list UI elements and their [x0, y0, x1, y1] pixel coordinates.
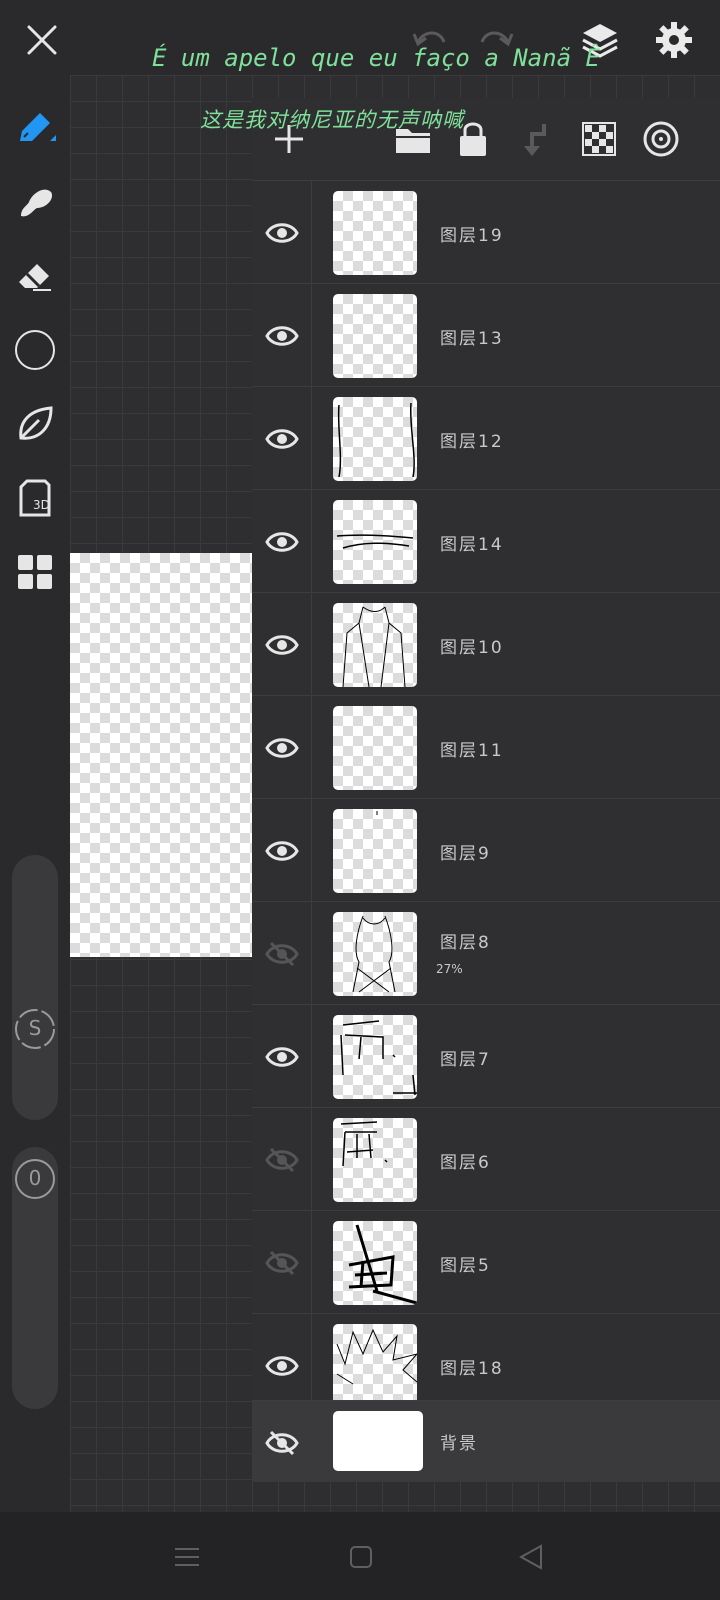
layer-thumbnail	[333, 809, 417, 893]
layer-row[interactable]: 图层12	[252, 386, 720, 489]
layer-row[interactable]: 图层13	[252, 283, 720, 386]
layer-thumbnail	[333, 500, 417, 584]
layer-row[interactable]: 图层9	[252, 798, 720, 901]
layers-panel: 图层19 图层13 图层12 图层14 图层10 图层11 图层9 图层8 27% 图层7 图层6 图…	[252, 98, 720, 1482]
eye-icon[interactable]	[262, 213, 302, 253]
eye-icon[interactable]	[262, 419, 302, 459]
eye-icon[interactable]	[262, 522, 302, 562]
layer-thumbnail	[333, 706, 417, 790]
background-thumbnail	[333, 1411, 423, 1471]
eye-hidden-icon[interactable]	[262, 1423, 302, 1463]
layer-name: 图层13	[440, 329, 504, 349]
layer-name: 图层6	[440, 1153, 491, 1173]
transparency-lock-icon[interactable]	[578, 118, 620, 160]
eye-column	[252, 1005, 312, 1107]
eye-column	[252, 181, 312, 283]
layer-name: 图层11	[440, 741, 504, 761]
layer-row[interactable]: 图层8 27%	[252, 901, 720, 1004]
layer-thumbnail	[333, 1015, 417, 1099]
canvas-document[interactable]	[70, 553, 252, 957]
layer-row[interactable]: 图层14	[252, 489, 720, 592]
layer-name: 图层7	[440, 1050, 491, 1070]
layer-row[interactable]: 图层10	[252, 592, 720, 695]
close-icon[interactable]	[20, 18, 64, 62]
eye-hidden-icon[interactable]	[262, 1140, 302, 1180]
layer-thumbnail	[333, 1324, 417, 1408]
layer-name: 图层19	[440, 226, 504, 246]
layer-row[interactable]: 图层19	[252, 180, 720, 283]
layer-name: 图层12	[440, 432, 504, 452]
layer-thumbnail	[333, 603, 417, 687]
layer-row[interactable]: 图层7	[252, 1004, 720, 1107]
layer-blend-icon[interactable]	[640, 118, 682, 160]
layer-thumbnail	[333, 912, 417, 996]
background-layer-row[interactable]: 背景	[252, 1400, 720, 1482]
size-slider-handle[interactable]: S	[13, 1007, 57, 1051]
opacity-slider-handle[interactable]: 0	[13, 1157, 57, 1201]
layer-name: 图层14	[440, 535, 504, 555]
layer-thumbnail	[333, 294, 417, 378]
overlay-caption-chinese: 这是我对纳尼亚的无声呐喊	[200, 108, 464, 132]
eye-icon[interactable]	[262, 728, 302, 768]
layer-thumbnail	[333, 191, 417, 275]
layer-name: 图层10	[440, 638, 504, 658]
eye-icon[interactable]	[262, 625, 302, 665]
smudge-tool-icon[interactable]	[12, 179, 58, 225]
back-nav-icon[interactable]	[516, 1542, 546, 1572]
eye-column	[252, 387, 312, 489]
layer-row[interactable]: 图层5	[252, 1210, 720, 1313]
eye-icon[interactable]	[262, 1346, 302, 1386]
overlay-caption-portuguese: É um apelo que eu faço a Nanã Ê	[152, 44, 600, 72]
layer-name: 图层18	[440, 1359, 504, 1379]
tool-sidebar: 3D S 0	[0, 75, 70, 1512]
3d-tool-icon[interactable]: 3D	[12, 475, 58, 521]
svg-text:3D: 3D	[33, 498, 50, 512]
merge-down-icon[interactable]	[516, 118, 558, 160]
layer-thumbnail	[333, 397, 417, 481]
eye-hidden-icon[interactable]	[262, 1243, 302, 1283]
brush-size-slider[interactable]: S	[12, 855, 58, 1120]
opacity-slider[interactable]: 0	[12, 1147, 58, 1409]
eye-column	[252, 593, 312, 695]
eye-column	[252, 284, 312, 386]
eye-column	[252, 696, 312, 798]
layer-name: 图层9	[440, 844, 491, 864]
leaf-brush-icon[interactable]	[12, 401, 58, 447]
eye-column	[252, 902, 312, 1004]
eye-icon[interactable]	[262, 1037, 302, 1077]
eye-column	[252, 1108, 312, 1210]
eye-column	[252, 1211, 312, 1313]
layer-row[interactable]: 图层6	[252, 1107, 720, 1210]
color-picker-icon[interactable]	[12, 327, 58, 373]
eraser-icon[interactable]	[12, 253, 58, 299]
eye-column	[252, 799, 312, 901]
eye-icon[interactable]	[262, 831, 302, 871]
system-nav-bar	[0, 1512, 720, 1600]
layer-row[interactable]: 图层11	[252, 695, 720, 798]
home-nav-icon[interactable]	[346, 1542, 376, 1572]
eye-hidden-icon[interactable]	[262, 934, 302, 974]
eye-column	[252, 1401, 312, 1482]
size-label: S	[28, 1016, 42, 1040]
background-layer-name: 背景	[440, 1434, 478, 1454]
layer-opacity: 27%	[436, 962, 463, 976]
grid-menu-icon[interactable]	[12, 549, 58, 595]
layer-name: 图层5	[440, 1256, 491, 1276]
layer-thumbnail	[333, 1118, 417, 1202]
layer-name: 图层8	[440, 933, 491, 953]
eye-icon[interactable]	[262, 316, 302, 356]
opacity-label: 0	[28, 1166, 42, 1190]
menu-nav-icon[interactable]	[172, 1542, 202, 1572]
layer-thumbnail	[333, 1221, 417, 1305]
pen-tool-icon[interactable]	[12, 105, 58, 151]
eye-column	[252, 490, 312, 592]
gear-icon[interactable]	[652, 18, 696, 62]
